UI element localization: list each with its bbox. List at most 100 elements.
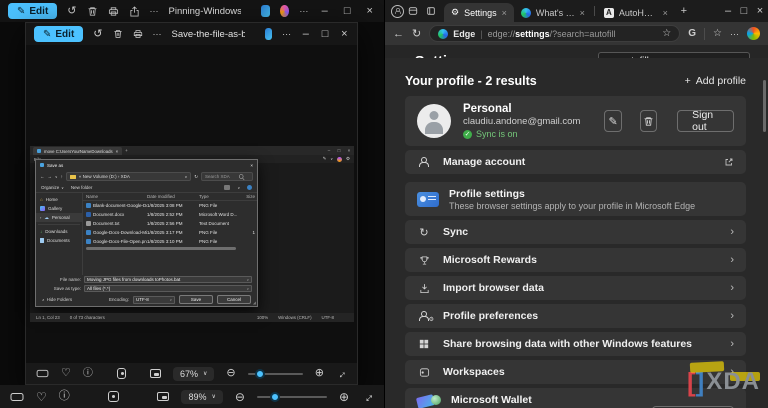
zoom-fit-icon[interactable] — [108, 391, 119, 402]
browser-profile-icon[interactable] — [391, 5, 404, 18]
delete-profile-button[interactable] — [640, 110, 657, 132]
zoom-dropdown[interactable]: 89% ∨ — [181, 390, 222, 404]
row-label: Profile preferences — [443, 310, 538, 322]
favorite-icon[interactable]: ♡ — [61, 368, 71, 379]
page-scrollbar[interactable] — [763, 80, 766, 132]
tab-autohotkey[interactable]: A AutoHotkey × — [597, 3, 675, 22]
copilot-icon[interactable] — [747, 27, 760, 40]
tab-label: What's new in — [536, 8, 575, 18]
more-icon[interactable]: ··· — [153, 30, 162, 39]
edit-icon: ✎ — [323, 156, 327, 162]
chevron-right-icon: › — [730, 338, 734, 350]
save-type-field: Save as type: All files (*.*) ∨ — [36, 284, 257, 293]
zoom-dropdown[interactable]: 67% ∨ — [173, 367, 214, 381]
setting-row-preferences[interactable]: ⚙ Profile preferences › — [405, 304, 746, 328]
delete-icon[interactable] — [113, 29, 123, 39]
close-button[interactable]: × — [363, 5, 376, 17]
back-button[interactable]: ← — [393, 28, 404, 40]
zoom-in-icon[interactable]: ⊕ — [315, 368, 324, 379]
edit-profile-button[interactable]: ✎ — [604, 110, 621, 132]
filmstrip-icon[interactable] — [10, 392, 24, 402]
edit-button[interactable]: ✎ Edit — [34, 26, 83, 42]
refresh-button[interactable]: ↻ — [412, 27, 421, 40]
encoding-label: Encoding: — [109, 297, 129, 302]
thumbnail-preview-icon[interactable] — [150, 369, 161, 378]
search-icon — [239, 174, 245, 180]
notepad-tab-title: move C:UsersYourNameDownloads — [44, 149, 113, 154]
edge-logo-icon — [438, 29, 448, 39]
zoom-fit-icon[interactable] — [117, 368, 126, 379]
tab-whats-new[interactable]: What's new in × — [514, 3, 592, 22]
edit-button[interactable]: ✎ Edit — [8, 3, 57, 19]
close-tab-icon[interactable]: × — [502, 8, 507, 18]
minimize-button[interactable]: – — [318, 5, 331, 17]
edge-window: ⚙ Settings × What's new in × A AutoHotke… — [384, 0, 768, 408]
more-icon[interactable]: ··· — [299, 7, 308, 16]
address-bar[interactable]: Edge | edge://settings/?search=autofill … — [429, 25, 680, 42]
maximize-button[interactable]: □ — [320, 28, 329, 40]
zoom-slider[interactable] — [257, 396, 327, 398]
visual-search-icon[interactable] — [265, 28, 272, 40]
file-row: Google-Docs-File-Open.png 1/8/2025 3:10 … — [83, 237, 257, 246]
print-icon[interactable] — [108, 6, 119, 17]
close-icon: × — [116, 149, 119, 154]
zoom-out-icon[interactable]: ⊖ — [226, 368, 235, 379]
maximize-button[interactable]: □ — [341, 5, 354, 17]
thumbnail-preview-icon[interactable] — [157, 392, 169, 401]
more-icon[interactable]: ··· — [282, 30, 291, 39]
fullscreen-icon[interactable]: ↔ — [333, 365, 349, 381]
setting-row-rewards[interactable]: Microsoft Rewards › — [405, 248, 746, 272]
workspaces-icon — [417, 367, 431, 378]
close-icon: × — [250, 163, 253, 168]
close-tab-icon[interactable]: × — [580, 8, 585, 18]
photos-front-toolbar: ✎ Edit ↺ ··· Save-the-file-as-batch-file… — [26, 23, 357, 45]
setting-row-sync[interactable]: ↻ Sync › — [405, 220, 746, 244]
close-button[interactable]: × — [340, 28, 349, 40]
designer-icon[interactable] — [280, 5, 289, 17]
minimize-button[interactable]: – — [720, 5, 736, 17]
address-brand: Edge — [453, 29, 475, 39]
tab-actions-icon[interactable] — [426, 6, 444, 16]
tab-label: AutoHotkey — [619, 8, 658, 18]
profile-settings-card[interactable]: Profile settings These browser settings … — [405, 182, 746, 216]
person-icon — [419, 157, 429, 167]
photos-back-title: Pinning-Windows.png — [169, 6, 241, 17]
favorites-hub-icon[interactable]: ☆ — [713, 28, 722, 39]
close-button[interactable]: × — [752, 5, 768, 17]
zoom-out-icon[interactable]: ⊖ — [235, 391, 245, 403]
more-menu-icon[interactable]: ··· — [730, 29, 739, 39]
delete-icon[interactable] — [87, 6, 98, 17]
info-icon[interactable]: ⓘ — [59, 391, 70, 402]
close-tab-icon[interactable]: × — [663, 8, 668, 18]
fullscreen-icon[interactable]: ↔ — [358, 387, 378, 407]
visual-search-icon[interactable] — [261, 5, 270, 17]
zoom-in-icon[interactable]: ⊕ — [339, 391, 349, 403]
extension-g-icon[interactable]: G — [688, 28, 696, 39]
manage-account-row[interactable]: Manage account — [405, 150, 746, 174]
avatar — [417, 104, 451, 138]
share-icon[interactable] — [129, 6, 140, 17]
favorite-star-icon[interactable]: ☆ — [662, 28, 671, 39]
rotate-icon[interactable]: ↺ — [93, 29, 102, 40]
setting-row-import[interactable]: Import browser data › — [405, 276, 746, 300]
edge-tabbar: ⚙ Settings × What's new in × A AutoHotke… — [385, 0, 768, 22]
setting-row-share-windows[interactable]: Share browsing data with other Windows f… — [405, 332, 746, 356]
info-icon[interactable]: ⓘ — [83, 369, 93, 379]
filmstrip-icon[interactable] — [36, 369, 49, 378]
favorite-icon[interactable]: ♡ — [36, 391, 47, 403]
tab-settings[interactable]: ⚙ Settings × — [444, 3, 514, 22]
minimize-button[interactable]: – — [301, 28, 310, 40]
zoom-slider[interactable] — [248, 373, 303, 375]
more-icon[interactable]: ··· — [150, 7, 159, 16]
maximize-button[interactable]: □ — [736, 5, 752, 17]
print-icon[interactable] — [133, 29, 143, 39]
chevron-right-icon: › — [730, 226, 734, 238]
workspaces-icon[interactable] — [408, 6, 426, 16]
sign-out-button[interactable]: Sign out — [677, 110, 734, 132]
breadcrumb: « New Volume (D:) › XDA ∨ — [66, 172, 191, 181]
external-link-icon — [724, 157, 734, 167]
add-profile-button[interactable]: + Add profile — [685, 75, 746, 87]
new-tab-button[interactable]: + — [675, 5, 693, 17]
import-icon — [417, 283, 431, 294]
rotate-icon[interactable]: ↺ — [67, 6, 76, 17]
